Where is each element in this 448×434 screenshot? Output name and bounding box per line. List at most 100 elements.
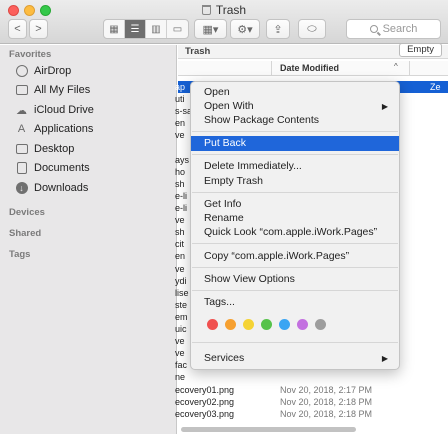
scroll-thumb[interactable] xyxy=(181,427,356,432)
downloads-icon: ↓ xyxy=(15,182,28,195)
menu-item-delete-immediately[interactable]: Delete Immediately... xyxy=(191,159,399,174)
file-date: Ze xyxy=(430,82,441,92)
sidebar: Favorites AirDrop All My Files ☁ iCloud … xyxy=(0,45,177,434)
column-headers: Date Modified ^ xyxy=(178,61,448,76)
documents-icon xyxy=(15,162,28,175)
tag-icon: ⬭ xyxy=(307,22,317,35)
menu-separator xyxy=(192,192,398,193)
shared-header: Shared xyxy=(9,228,42,239)
tag-color-dot[interactable] xyxy=(225,319,236,330)
file-name: ecovery02.png xyxy=(175,396,235,407)
sidebar-item-icloud-drive[interactable]: ☁ iCloud Drive xyxy=(15,101,94,119)
desktop-icon xyxy=(15,143,28,156)
tag-color-dot[interactable] xyxy=(261,319,272,330)
menu-item-put-back[interactable]: Put Back xyxy=(191,136,399,151)
window-title: Trash xyxy=(0,3,448,17)
menu-item-open-with[interactable]: Open With ▶ xyxy=(191,99,399,114)
icloud-icon: ☁ xyxy=(16,104,27,117)
view-mode-control: ▦ ☰ ▥ ▭ xyxy=(103,19,189,39)
finder-window: Trash < > ▦ ☰ ▥ ▭ ▦▾ ⚙▾ ⇪ ⬭ Search Favor… xyxy=(0,0,448,434)
menu-item-label: Services xyxy=(204,352,245,364)
gear-icon: ⚙▾ xyxy=(237,23,253,36)
file-date: Nov 20, 2018, 2:18 PM xyxy=(280,396,373,407)
arrange-button[interactable]: ▦▾ xyxy=(194,19,227,39)
list-view-button[interactable]: ☰ xyxy=(125,20,146,38)
search-icon xyxy=(369,25,378,33)
menu-item-open[interactable]: Open xyxy=(191,85,399,100)
search-placeholder: Search xyxy=(382,23,418,35)
menu-separator xyxy=(192,243,398,244)
sidebar-item-documents[interactable]: Documents xyxy=(15,159,90,177)
tag-color-dot[interactable] xyxy=(207,319,218,330)
tags-header: Tags xyxy=(9,249,31,260)
menu-item-rename[interactable]: Rename xyxy=(191,211,399,226)
share-button[interactable]: ⇪ xyxy=(266,19,290,39)
window-title-text: Trash xyxy=(215,3,247,17)
sidebar-item-downloads[interactable]: ↓ Downloads xyxy=(15,179,88,197)
sidebar-item-desktop[interactable]: Desktop xyxy=(15,140,74,158)
menu-item-copy[interactable]: Copy “com.apple.iWork.Pages” xyxy=(191,249,399,264)
empty-trash-button[interactable]: Empty xyxy=(399,43,442,57)
forward-button[interactable]: > xyxy=(29,19,48,39)
menu-item-services[interactable]: Services ▶ xyxy=(191,351,399,366)
list-icon: ☰ xyxy=(130,23,140,35)
search-field[interactable]: Search xyxy=(346,19,441,39)
edit-tags-button[interactable]: ⬭ xyxy=(298,19,326,39)
action-button[interactable]: ⚙▾ xyxy=(230,19,260,39)
menu-item-show-package-contents[interactable]: Show Package Contents xyxy=(191,113,399,128)
menu-item-tags[interactable]: Tags... xyxy=(191,295,399,310)
cover-flow-icon: ▭ xyxy=(172,23,183,35)
columns-icon: ▥ xyxy=(151,23,161,35)
sidebar-item-label: Documents xyxy=(34,162,90,174)
trash-icon xyxy=(201,5,211,15)
submenu-arrow-icon: ▶ xyxy=(381,102,388,111)
menu-item-show-view-options[interactable]: Show View Options xyxy=(191,272,399,287)
tag-color-dot[interactable] xyxy=(279,319,290,330)
sidebar-item-label: Desktop xyxy=(34,143,75,155)
menu-item-get-info[interactable]: Get Info xyxy=(191,197,399,212)
sidebar-item-all-my-files[interactable]: All My Files xyxy=(15,81,90,99)
arrange-icon: ▦▾ xyxy=(202,23,219,36)
sidebar-item-airdrop[interactable]: AirDrop xyxy=(15,62,71,80)
sidebar-item-label: iCloud Drive xyxy=(34,104,94,116)
column-date-label: Date Modified xyxy=(280,63,340,73)
all-files-icon xyxy=(15,84,28,97)
path-label: Trash xyxy=(185,46,211,57)
menu-separator xyxy=(192,154,398,155)
share-icon: ⇪ xyxy=(273,23,283,36)
sort-indicator-icon: ^ xyxy=(394,62,398,71)
sidebar-item-label: Applications xyxy=(34,123,94,135)
back-icon: < xyxy=(14,23,21,35)
forward-icon: > xyxy=(35,23,42,35)
devices-header: Devices xyxy=(9,207,45,218)
menu-item-quick-look[interactable]: Quick Look “com.apple.iWork.Pages” xyxy=(191,225,399,240)
menu-separator xyxy=(192,267,398,268)
column-divider xyxy=(409,61,410,76)
cover-flow-button[interactable]: ▭ xyxy=(167,20,188,38)
favorites-header: Favorites xyxy=(9,49,52,60)
menu-separator xyxy=(192,342,398,343)
icon-view-button[interactable]: ▦ xyxy=(104,20,125,38)
sidebar-item-applications[interactable]: A Applications xyxy=(15,120,94,138)
back-button[interactable]: < xyxy=(8,19,27,39)
tag-color-dot[interactable] xyxy=(315,319,326,330)
sidebar-item-label: Downloads xyxy=(34,182,89,194)
horizontal-scrollbar[interactable] xyxy=(178,426,448,432)
column-view-button[interactable]: ▥ xyxy=(146,20,167,38)
path-bar: Trash Empty xyxy=(178,43,448,59)
tag-color-dot[interactable] xyxy=(243,319,254,330)
table-row[interactable]: ecovery01.png Nov 20, 2018, 2:17 PM xyxy=(175,384,448,396)
table-row[interactable]: ecovery03.png Nov 20, 2018, 2:18 PM xyxy=(175,408,448,420)
file-name: ecovery01.png xyxy=(175,384,235,395)
column-date-modified[interactable]: Date Modified xyxy=(271,61,409,76)
file-date: Nov 20, 2018, 2:17 PM xyxy=(280,384,373,395)
table-row[interactable]: ne xyxy=(175,371,448,383)
submenu-arrow-icon: ▶ xyxy=(381,354,388,363)
table-row[interactable]: ecovery02.png Nov 20, 2018, 2:18 PM xyxy=(175,396,448,408)
title-bar: Trash < > ▦ ☰ ▥ ▭ ▦▾ ⚙▾ ⇪ ⬭ Search xyxy=(0,0,448,44)
grid-icon: ▦ xyxy=(109,23,119,35)
file-name: ecovery03.png xyxy=(175,408,235,419)
menu-item-empty-trash[interactable]: Empty Trash xyxy=(191,174,399,189)
file-date: Nov 20, 2018, 2:18 PM xyxy=(280,408,373,419)
tag-color-dot[interactable] xyxy=(297,319,308,330)
